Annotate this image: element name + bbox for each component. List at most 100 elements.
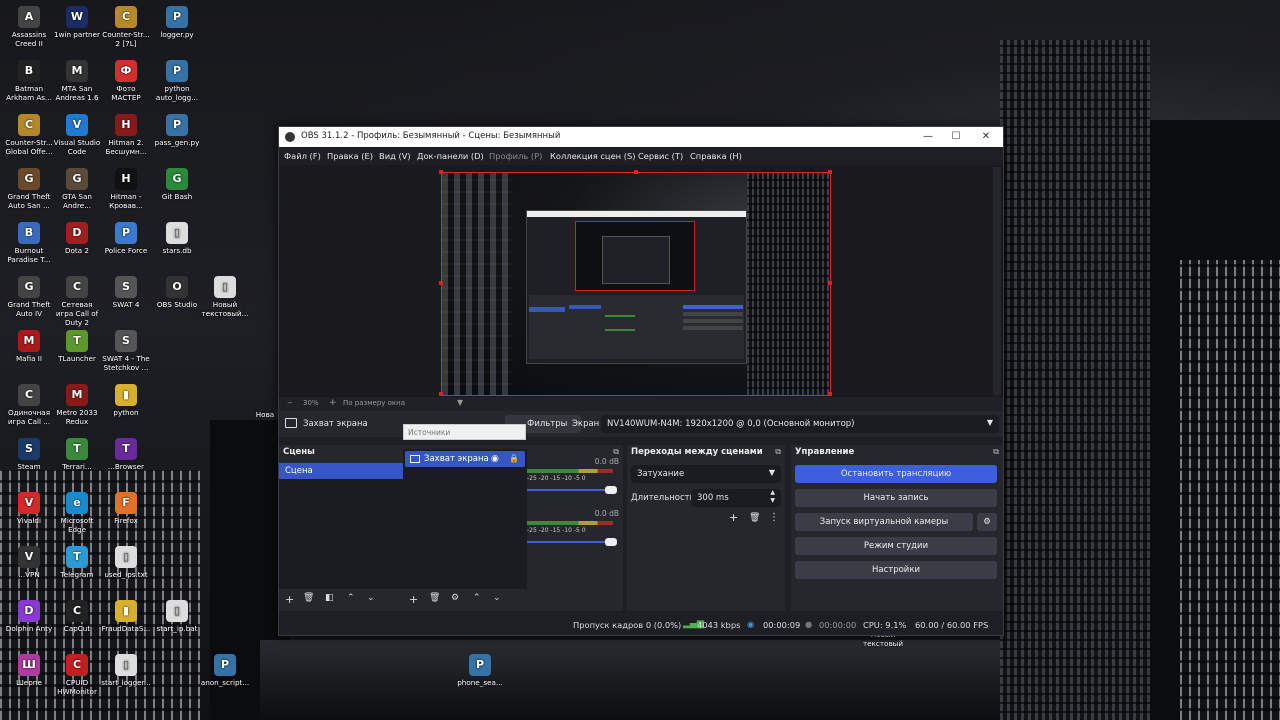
desktop-icon-obsst[interactable]: O OBS Studio [152,276,202,309]
eye-icon[interactable]: ◉ [491,451,499,467]
desktop-icon-sherpe[interactable]: Ш Шерпе [4,654,54,687]
settings-button[interactable]: Настройки [795,561,997,579]
desktop-icon-newtxt[interactable]: ▯ Новый текстовый... [200,276,250,318]
desktop-icon-gtasan[interactable]: G GTA San Andre... [52,168,102,210]
duration-input[interactable]: 300 ms ▲ ▼ [691,489,781,507]
screen-select[interactable]: NV140WUM-N4M: 1920x1200 @ 0,0 (Основной … [601,415,999,433]
desktop-icon-cod2[interactable]: C Сетевая игра Call of Duty 2 [52,276,102,327]
desktop-icon-phonesea[interactable]: Pphone_sea... [455,654,505,687]
add-transition-icon[interactable]: + [729,511,738,524]
desktop-icon-logger[interactable]: Plogger.py [152,6,202,39]
desktop-icon-assassins[interactable]: A Assassins Creed II [4,6,54,48]
desktop-icon-swat4[interactable]: S SWAT 4 [101,276,151,309]
volume-slider-knob[interactable] [605,486,617,494]
desktop-icon-capcut[interactable]: C CapCut [52,600,102,633]
menu-item[interactable]: Сервис (T) [638,151,683,161]
desktop-icon-gta5[interactable]: G Grand Theft Auto San ... [4,168,54,210]
desktop-icon-usedips[interactable]: ▯ used_ips.txt [101,546,151,579]
preview-area[interactable] [279,165,1003,397]
desktop-icon-gitbash[interactable]: G Git Bash [152,168,202,201]
desktop-icon-startip[interactable]: ▯ start_ip.bat [152,600,202,633]
trash-icon[interactable]: 🗑 [303,593,314,603]
desktop-icon-vivaldi[interactable]: V Vivaldi [4,492,54,525]
add-source-icon[interactable]: + [409,593,418,606]
preview-scrollbar[interactable] [993,167,1001,395]
desktop-icon-hitmanbl[interactable]: H Hitman - Кровав... [101,168,151,210]
sources-list[interactable]: Захват экрана ◉ 🔒 [403,449,527,589]
menu-item[interactable]: Коллекция сцен (S) [550,151,635,161]
trash-icon[interactable]: 🗑 [429,593,440,603]
desktop-icon-firefox[interactable]: F Firefox [101,492,151,525]
studio-mode-button[interactable]: Режим студии [795,537,997,555]
volume-slider-knob[interactable] [605,538,617,546]
volume-slider[interactable] [527,541,611,543]
desktop-icon-python[interactable]: ▮ python [101,384,151,417]
desktop-icon-anon[interactable]: Panon_script... [200,654,250,687]
gear-icon[interactable]: ⚙ [977,513,997,531]
zoom-in-button[interactable]: + [329,398,337,408]
desktop-icon-cs2[interactable]: C Counter-Str... 2 [7L] [101,6,151,48]
maximize-button[interactable]: ☐ [943,129,969,145]
menu-item[interactable]: Справка (H) [690,151,742,161]
desktop-icon-startlog[interactable]: ▯ start_logger... [101,654,151,687]
desktop-icon-tlauncher[interactable]: T TLauncher [52,330,102,363]
desktop-icon-torbr[interactable]: T ...Browser [101,438,151,471]
desktop-icon-dota2[interactable]: D Dota 2 [52,222,102,255]
transform-handle[interactable] [439,392,443,396]
dock-menu-icon[interactable]: ⧉ [993,447,999,457]
close-button[interactable]: ✕ [973,129,999,145]
menu-item[interactable]: Файл (F) [284,151,321,161]
scene-item[interactable]: Сцена [279,463,403,479]
move-up-icon[interactable]: ⌃ [473,593,481,603]
desktop-icon-passgen[interactable]: Ppass_gen.py [152,114,202,147]
trash-icon[interactable]: 🗑 [749,513,760,523]
volume-slider[interactable] [527,489,611,491]
desktop-icon-steam[interactable]: S Steam [4,438,54,471]
move-up-icon[interactable]: ⌃ [347,593,355,603]
more-icon[interactable]: ⋮ [769,512,779,523]
desktop-icon-csgo[interactable]: C Counter-Str... Global Offe... [4,114,54,156]
preview-canvas[interactable] [441,172,831,396]
start-record-button[interactable]: Начать запись [795,489,997,507]
add-scene-icon[interactable]: + [285,593,294,606]
zoom-out-button[interactable]: − [287,399,293,407]
gear-icon[interactable]: ⚙ [451,593,459,603]
transform-handle[interactable] [828,281,832,285]
desktop-icon-telegram[interactable]: T Telegram [52,546,102,579]
desktop-icon-vscode[interactable]: V Visual Studio Code [52,114,102,156]
title-bar[interactable]: OBS 31.1.2 - Профиль: Безымянный - Сцены… [279,127,1003,147]
desktop-icon-frauddata[interactable]: ▮ FraudDataS... [101,600,151,633]
desktop-icon-pyauto[interactable]: Ppython auto_logg... [152,60,202,102]
source-item[interactable]: Захват экрана ◉ 🔒 [405,451,525,467]
scenes-list[interactable]: Сцена [279,463,403,589]
desktop-icon-vpn[interactable]: V ...VPN [4,546,54,579]
dock-menu-icon[interactable]: ⧉ [775,447,781,457]
desktop-icon-hitman2[interactable]: H Hitman 2. Бесшумн... [101,114,151,156]
desktop-icon-swat4s[interactable]: S SWAT 4 - The Stetchkov ... [101,330,151,372]
move-down-icon[interactable]: ⌄ [493,593,501,603]
desktop-icon-dolphin[interactable]: D Dolphin Anty [4,600,54,633]
transform-handle[interactable] [828,392,832,396]
stop-stream-button[interactable]: Остановить трансляцию [795,465,997,483]
transform-handle[interactable] [634,170,638,174]
desktop-icon-gta4[interactable]: G Grand Theft Auto IV [4,276,54,318]
transition-select[interactable]: Затухание ▼ [631,465,781,483]
minimize-button[interactable]: — [915,129,941,145]
transform-handle[interactable] [439,170,443,174]
lock-icon[interactable]: 🔒 [509,451,519,467]
desktop-icon-edge[interactable]: e Microsoft Edge [52,492,102,534]
menu-item[interactable]: Правка (E) [327,151,373,161]
desktop-icon-metro[interactable]: M Metro 2033 Redux [52,384,102,426]
move-down-icon[interactable]: ⌄ [367,593,375,603]
desktop-icon-starsdb[interactable]: ▯ stars.db [152,222,202,255]
desktop-icon-mta[interactable]: M MTA San Andreas 1.6 [52,60,102,102]
desktop-icon-batman[interactable]: B Batman Arkham As... [4,60,54,102]
virtual-camera-button[interactable]: Запуск виртуальной камеры [795,513,973,531]
transform-handle[interactable] [439,281,443,285]
desktop-icon-police[interactable]: P Police Force [101,222,151,255]
dock-menu-icon[interactable]: ⧉ [613,447,619,457]
zoom-fit-button[interactable]: По размеру окна [343,399,405,407]
menu-item[interactable]: Док-панели (D) [417,151,484,161]
filter-icon[interactable]: ◧ [325,593,334,603]
menu-item[interactable]: Вид (V) [379,151,411,161]
